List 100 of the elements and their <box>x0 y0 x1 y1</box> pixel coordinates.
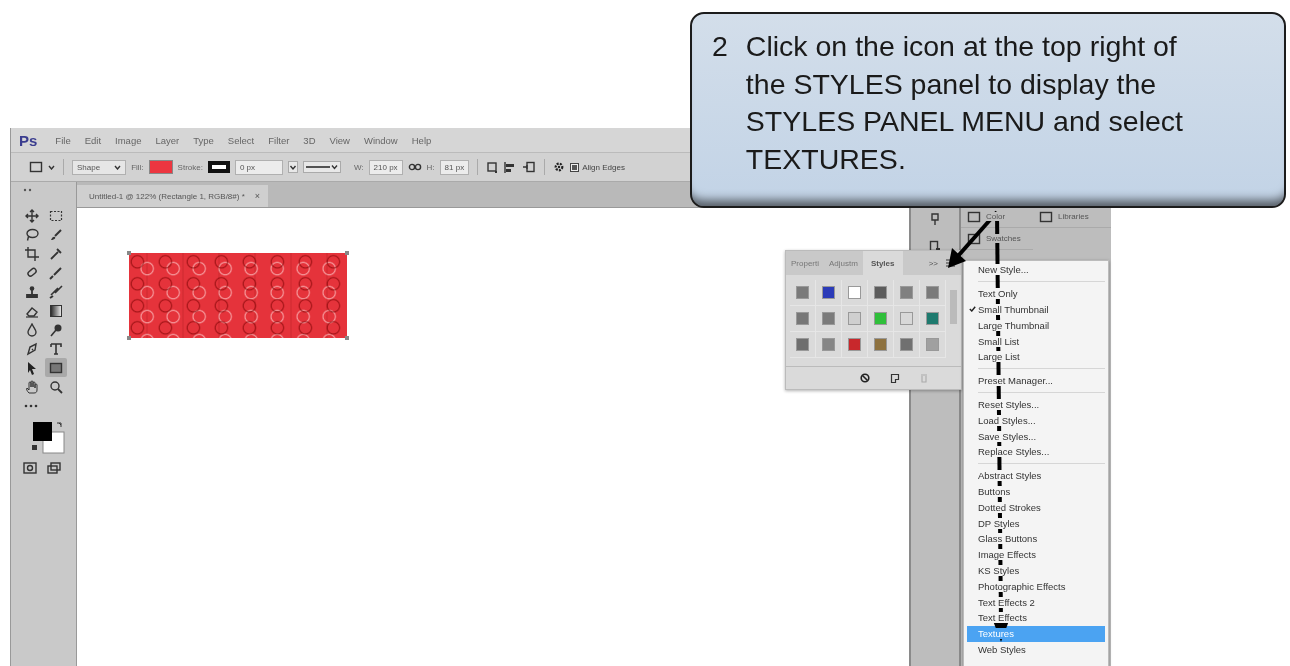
menu-icon[interactable] <box>946 259 955 267</box>
style-swatch[interactable] <box>874 312 887 325</box>
menu-item[interactable]: 3D <box>303 134 316 146</box>
menu-item[interactable]: File <box>55 134 71 146</box>
menu-item[interactable]: Photographic Effects <box>967 578 1105 595</box>
style-swatch[interactable] <box>848 286 861 299</box>
screen-mode-icon[interactable] <box>47 462 61 474</box>
no-sign-icon[interactable] <box>859 373 870 383</box>
menu-item[interactable]: Type <box>193 134 214 146</box>
panel-tab[interactable]: Swatches <box>961 228 1033 250</box>
settings-icon[interactable] <box>553 161 566 173</box>
menu-item[interactable]: Web Styles <box>967 641 1105 658</box>
panel-icon <box>1039 210 1053 223</box>
panel-icon[interactable] <box>929 212 941 226</box>
scrollbar[interactable] <box>950 290 957 324</box>
stroke-swatch[interactable] <box>207 161 230 173</box>
style-swatch[interactable] <box>926 312 939 325</box>
fill-label: Fill: <box>131 162 144 172</box>
height-label: H: <box>426 162 435 172</box>
rectangle-tool[interactable] <box>45 358 67 377</box>
style-swatch[interactable] <box>900 338 913 351</box>
menu-item[interactable]: Preset Manager... <box>967 372 1105 389</box>
menu-item[interactable]: New Style... <box>967 262 1105 278</box>
style-swatch[interactable] <box>796 338 809 351</box>
menu-item[interactable]: Reset Styles... <box>967 396 1105 413</box>
path-operations-icon[interactable] <box>486 161 499 173</box>
menu-item[interactable]: Layer <box>155 134 180 146</box>
menu-item[interactable]: Text Effects <box>967 609 1105 626</box>
menu-item[interactable]: Replace Styles... <box>967 443 1105 460</box>
menu-item[interactable]: Image <box>115 134 142 146</box>
menu-item[interactable]: Large List <box>967 349 1105 365</box>
menu-item[interactable]: Filter <box>268 134 290 146</box>
align-edges-checkbox[interactable]: Align Edges <box>570 162 625 172</box>
menu-item[interactable]: KS Styles <box>967 562 1105 579</box>
check-icon <box>969 306 976 313</box>
new-item-icon[interactable] <box>889 373 900 383</box>
menu-item[interactable]: View <box>329 134 350 146</box>
hand-icon <box>25 379 39 394</box>
arrange-icon[interactable] <box>522 160 537 174</box>
document-tab[interactable]: Untitled-1 @ 122% (Rectangle 1, RGB/8#) * × <box>77 185 268 207</box>
zoom-icon <box>49 379 63 394</box>
lasso-icon <box>25 227 39 242</box>
color-chips-icon[interactable] <box>31 420 65 454</box>
style-swatch[interactable] <box>926 338 939 351</box>
quick-mask-icon[interactable] <box>23 462 37 474</box>
panel-tab[interactable]: Styles <box>862 251 903 275</box>
eyedropper-icon <box>49 246 63 261</box>
style-swatch[interactable] <box>848 312 861 325</box>
rectangle-icon[interactable] <box>29 161 43 173</box>
type-icon <box>49 341 63 356</box>
style-swatch[interactable] <box>874 338 887 351</box>
move-icon <box>25 208 39 223</box>
width-field[interactable]: 210 px <box>368 159 403 175</box>
grip-icon[interactable] <box>23 188 33 192</box>
style-swatch[interactable] <box>900 312 913 325</box>
style-swatch[interactable] <box>796 286 809 299</box>
pen-icon <box>25 341 39 356</box>
style-swatch[interactable] <box>848 338 861 351</box>
menu-item[interactable]: Select <box>227 134 255 146</box>
menu-item[interactable]: Dotted Strokes <box>967 499 1105 516</box>
style-swatch[interactable] <box>822 338 835 351</box>
style-swatch[interactable] <box>874 286 887 299</box>
menu-item[interactable]: Text Effects 2 <box>967 594 1105 610</box>
mode-dropdown[interactable]: Shape <box>72 159 127 175</box>
menu-item[interactable]: Save Styles... <box>967 428 1105 444</box>
caret-icon[interactable] <box>287 161 298 173</box>
style-swatch[interactable] <box>796 312 809 325</box>
menu-item[interactable]: Text Only <box>967 285 1105 302</box>
menu-item[interactable]: Glass Buttons <box>967 530 1105 547</box>
menu-item[interactable]: Load Styles... <box>967 412 1105 429</box>
menu-item[interactable]: Buttons <box>967 483 1105 500</box>
style-swatch[interactable] <box>822 312 835 325</box>
overflow-button[interactable]: >> <box>928 258 938 268</box>
menu-item[interactable]: Help <box>411 134 432 146</box>
menu-item[interactable]: Small Thumbnail <box>967 301 1105 318</box>
menu-item[interactable]: Edit <box>84 134 102 146</box>
stroke-width-field[interactable]: 0 px <box>234 159 283 175</box>
stroke-label: Stroke: <box>177 162 203 172</box>
brush-icon <box>49 265 63 280</box>
menu-item[interactable]: Window <box>363 134 398 146</box>
dodge-icon <box>49 322 63 337</box>
menu-item[interactable]: DP Styles <box>967 515 1105 531</box>
menu-item[interactable]: Large Thumbnail <box>967 317 1105 334</box>
line-style-dropdown[interactable] <box>302 161 341 173</box>
bandage-icon <box>25 265 39 280</box>
caret-icon[interactable] <box>48 164 55 170</box>
menu-item[interactable]: Abstract Styles <box>967 467 1105 484</box>
fill-swatch[interactable] <box>148 160 173 174</box>
menu-item[interactable]: Small List <box>967 333 1105 349</box>
menu-item[interactable]: Image Effects <box>967 546 1105 563</box>
close-button[interactable]: × <box>254 191 260 201</box>
link-icon[interactable] <box>407 163 422 171</box>
brush-icon <box>49 227 63 242</box>
panel-icon <box>967 232 981 245</box>
more-tools-icon[interactable] <box>24 404 38 408</box>
style-swatch[interactable] <box>900 286 913 299</box>
height-field[interactable]: 81 px <box>439 159 470 175</box>
style-swatch[interactable] <box>926 286 939 299</box>
app-logo: Ps <box>19 131 38 149</box>
style-swatch[interactable] <box>822 286 835 299</box>
